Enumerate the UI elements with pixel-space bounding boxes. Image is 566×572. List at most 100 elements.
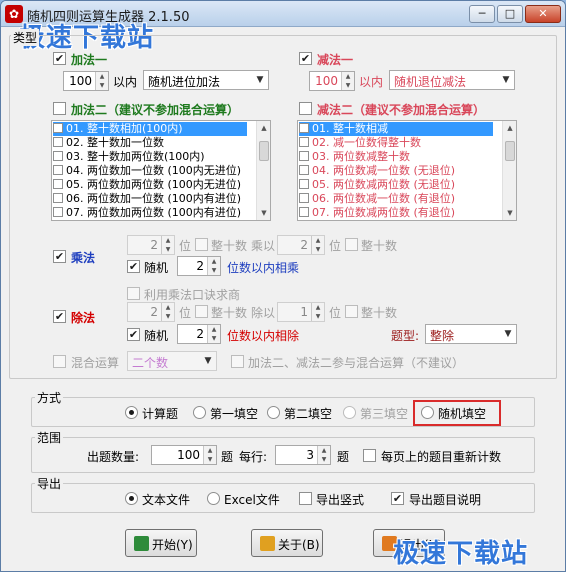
reshuffle-checkbox[interactable] [363,449,376,462]
spinner-arrows-icon[interactable]: ▲ ▼ [311,236,324,254]
list-item[interactable]: 03. 两位数减整十数 [299,150,410,164]
div-random-spinner[interactable]: 2 ▲ ▼ [177,324,221,344]
spinner-arrows-icon[interactable]: ▲ ▼ [311,303,324,321]
list-item[interactable]: 03. 整十数加两位数(100内) [53,150,205,164]
spinner-arrows-icon[interactable]: ▲ ▼ [203,446,216,464]
export-vertical-checkbox[interactable] [299,492,312,505]
start-button[interactable]: 开始(Y) [125,529,197,557]
mul-random-checkbox[interactable]: ✔ [127,260,140,273]
list-item[interactable]: 04. 两位数减一位数 (无退位) [299,164,455,178]
spinner-arrows-icon[interactable]: ▲ ▼ [207,325,220,343]
div-type-value: 整除 [430,329,455,343]
app-window: ✿ 随机四则运算生成器 2.1.50 ─ □ ✕ 极速下载站 类型 ✔ 加法一 … [0,0,566,572]
add1-mode-value: 随机进位加法 [148,75,221,89]
scroll-thumb[interactable] [259,141,269,161]
mode-fill2-radio[interactable] [267,406,280,419]
reshuffle-label: 每页上的题目重新计数 [381,450,502,464]
mul-whole-ten1-checkbox[interactable] [195,238,208,251]
sub2-list[interactable]: 01. 整十数相减 02. 减一位数得整十数 03. 两位数减整十数 04. 两… [297,120,517,221]
list-item[interactable]: 05. 两位数减两位数 (无退位) [299,178,455,192]
add1-checkbox[interactable]: ✔ [53,52,66,65]
list-item[interactable]: 02. 减一位数得整十数 [299,136,421,150]
spinner-arrows-icon[interactable]: ▲ ▼ [161,303,174,321]
export-desc-checkbox[interactable]: ✔ [391,492,404,505]
add1-limit-value: 100 [69,74,92,88]
maximize-button[interactable]: □ [497,5,523,23]
list-item[interactable]: 05. 两位数加两位数 (100内无进位) [53,178,241,192]
mul-digits1-value: 2 [150,238,158,252]
spinner-arrows-icon[interactable]: ▲ ▼ [317,446,330,464]
export-text-radio[interactable] [125,492,138,505]
add2-scrollbar[interactable]: ▲ ▼ [256,121,270,220]
sub1-limit-spinner[interactable]: 100 ▲ ▼ [309,71,355,91]
mode-fill3-radio[interactable] [343,406,356,419]
sub1-label: 减法一 [317,53,354,67]
scroll-up-icon[interactable]: ▲ [503,121,516,135]
list-item[interactable]: 07. 两位数加两位数 (100内有进位) [53,206,241,220]
add2-checkbox[interactable] [53,102,66,115]
mode-fill1-radio[interactable] [193,406,206,419]
spinner-arrows-icon[interactable]: ▲ ▼ [95,72,108,90]
export-text-label: 文本文件 [142,493,191,507]
sub2-checkbox[interactable] [299,102,312,115]
div-digits1-spinner[interactable]: 2 ▲ ▼ [127,302,175,322]
mul-checkbox[interactable]: ✔ [53,250,66,263]
mul-whole-ten2-checkbox[interactable] [345,238,358,251]
list-item[interactable]: 07. 两位数减两位数 (有退位) [299,206,455,220]
div-checkbox[interactable]: ✔ [53,310,66,323]
div-divided-by-label: 除以 [251,306,276,320]
mul-digits2-spinner[interactable]: 2 ▲ ▼ [277,235,325,255]
list-item[interactable]: 02. 整十数加一位数 [53,136,164,150]
div-random-checkbox[interactable]: ✔ [127,328,140,341]
chevron-down-icon[interactable]: ▼ [499,72,513,88]
sub2-scrollbar[interactable]: ▲ ▼ [502,121,516,220]
info-icon [260,536,275,551]
scroll-down-icon[interactable]: ▼ [503,206,516,220]
mode-fill2-label: 第二填空 [284,407,333,421]
add1-mode-select[interactable]: 随机进位加法 ▼ [143,70,269,90]
scroll-down-icon[interactable]: ▼ [257,206,270,220]
mul-random-label: 随机 [144,261,169,275]
list-item[interactable]: 06. 两位数减一位数 (有退位) [299,192,455,206]
minimize-button[interactable]: ─ [469,5,495,23]
add1-limit-spinner[interactable]: 100 ▲ ▼ [63,71,109,91]
div-whole-ten2-checkbox[interactable] [345,305,358,318]
mixed-select[interactable]: 二个数 ▼ [127,351,217,371]
div-whole-ten1-checkbox[interactable] [195,305,208,318]
list-item[interactable]: 01. 整十数相减 [299,122,493,136]
spinner-arrows-icon[interactable]: ▲ ▼ [207,257,220,275]
mixed-checkbox[interactable] [53,355,66,368]
close-button[interactable]: ✕ [525,5,561,23]
spinner-arrows-icon[interactable]: ▲ ▼ [341,72,354,90]
about-button[interactable]: 关于(B) [251,529,323,557]
export-excel-radio[interactable] [207,492,220,505]
mul-digits1-spinner[interactable]: 2 ▲ ▼ [127,235,175,255]
list-item[interactable]: 01. 整十数相加(100内) [53,122,247,136]
add2-list[interactable]: 01. 整十数相加(100内) 02. 整十数加一位数 03. 整十数加两位数(… [51,120,271,221]
mode-calc-radio[interactable] [125,406,138,419]
list-item[interactable]: 06. 两位数加一位数 (100内有进位) [53,192,241,206]
div-use-table-checkbox[interactable] [127,287,140,300]
mode-group-title: 方式 [35,389,64,406]
div-type-select[interactable]: 整除 ▼ [425,324,517,344]
div-digits2-spinner[interactable]: 1 ▲ ▼ [277,302,325,322]
per-row-unit: 题 [337,450,350,464]
question-count-spinner[interactable]: 100 ▲ ▼ [151,445,217,465]
sub1-mode-select[interactable]: 随机退位减法 ▼ [389,70,515,90]
mode-random-fill-radio[interactable] [421,406,434,419]
list-item[interactable]: 04. 两位数加一位数 (100内无进位) [53,164,241,178]
range-group-title: 范围 [35,429,64,446]
per-row-spinner[interactable]: 3 ▲ ▼ [275,445,331,465]
mixed-include-checkbox[interactable] [231,355,244,368]
mul-times-label: 乘以 [251,239,276,253]
sub1-checkbox[interactable]: ✔ [299,52,312,65]
mixed-include-label: 加法二、减法二参与混合运算（不建议） [248,356,465,370]
scroll-thumb[interactable] [505,141,515,161]
chevron-down-icon[interactable]: ▼ [253,72,267,88]
chevron-down-icon[interactable]: ▼ [201,353,215,369]
mul-random-spinner[interactable]: 2 ▲ ▼ [177,256,221,276]
chevron-down-icon[interactable]: ▼ [501,326,515,342]
spinner-arrows-icon[interactable]: ▲ ▼ [161,236,174,254]
mode-random-fill-label: 随机填空 [438,407,487,421]
scroll-up-icon[interactable]: ▲ [257,121,270,135]
